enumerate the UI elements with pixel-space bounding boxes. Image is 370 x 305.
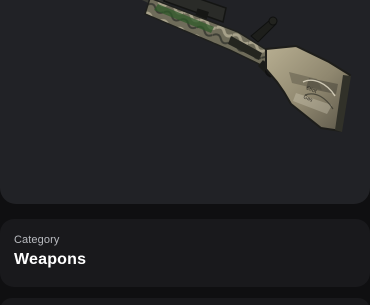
item-image-card: Eliot Gas xyxy=(0,0,370,204)
next-card-edge xyxy=(0,298,370,305)
category-card: Category Weapons xyxy=(0,219,370,287)
item-detail-page: Eliot Gas Category Weapons xyxy=(0,0,370,305)
rifle-skin-image: Eliot Gas xyxy=(142,0,352,133)
category-value: Weapons xyxy=(14,251,87,268)
category-label: Category xyxy=(14,234,60,246)
